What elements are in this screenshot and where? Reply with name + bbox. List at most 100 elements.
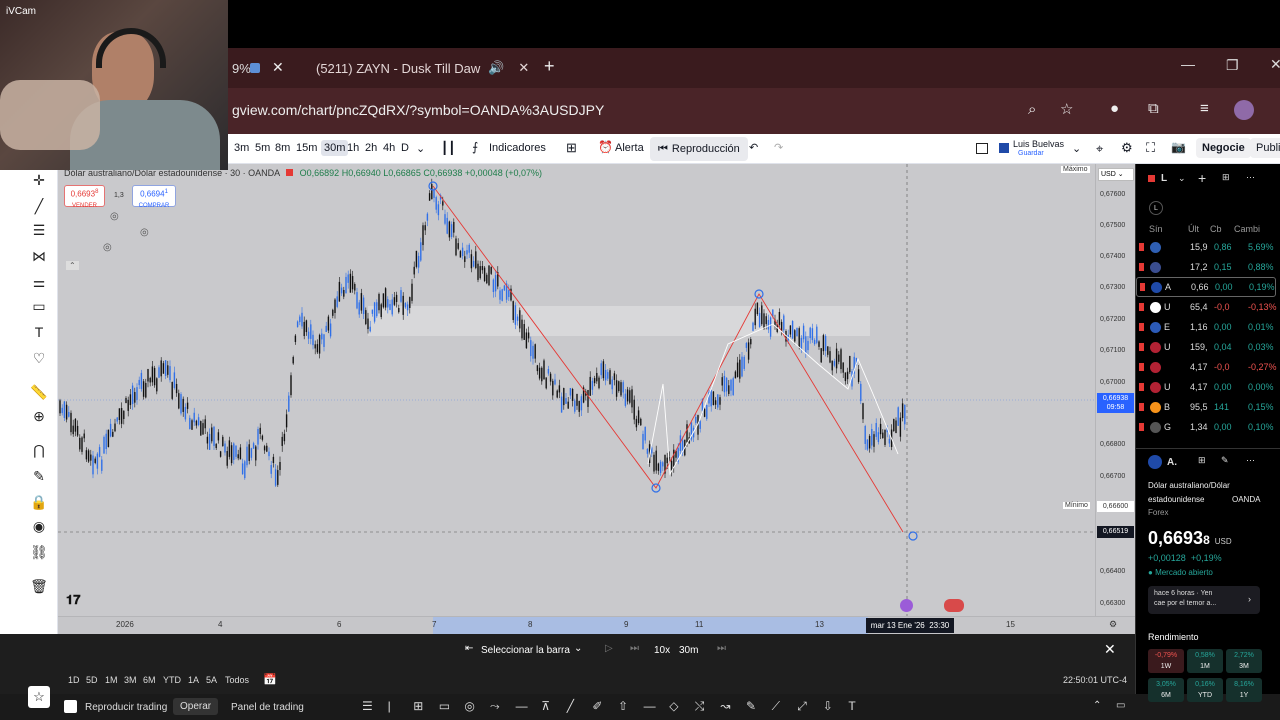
redo-icon[interactable]: ↷ bbox=[774, 141, 783, 154]
watchlist-header[interactable]: Cb bbox=[1210, 224, 1222, 234]
watchlist-row[interactable]: E 1,16 0,00 0,01% bbox=[1136, 317, 1276, 337]
circle-icon[interactable]: ◎ bbox=[464, 699, 474, 713]
interval-3m[interactable]: 3m bbox=[234, 142, 249, 154]
us-flag-icon[interactable] bbox=[944, 599, 964, 612]
price-axis[interactable]: USD ⌄ 0,67600 0,67500 0,67400 0,67300 0,6720… bbox=[1095, 164, 1135, 634]
range-YTD[interactable]: YTD bbox=[163, 675, 181, 685]
interval-4h[interactable]: 4h bbox=[383, 142, 395, 154]
ruler-icon[interactable]: ⟋ bbox=[772, 699, 780, 714]
currency-select[interactable]: USD ⌄ bbox=[1098, 168, 1134, 181]
browser-tab-active[interactable]: 9% ✕ bbox=[228, 48, 296, 88]
publish-button[interactable]: Publica bbox=[1250, 138, 1280, 158]
select-bar-button[interactable]: Seleccionar la barra bbox=[481, 645, 570, 656]
range-Todos[interactable]: Todos bbox=[225, 675, 249, 685]
trading-panel-tab[interactable]: Panel de trading bbox=[231, 702, 304, 713]
star-icon[interactable]: ☆ bbox=[28, 686, 50, 708]
eye-icon[interactable]: ◉ bbox=[30, 518, 48, 536]
trash-icon[interactable]: 🗑 bbox=[30, 578, 48, 596]
search-icon[interactable]: ⌕ bbox=[1028, 101, 1036, 118]
candle-type-icon[interactable]: ┃┃ bbox=[441, 141, 455, 155]
watchlist-row[interactable]: 17,2 0,15 0,88% bbox=[1136, 257, 1276, 277]
more-icon[interactable]: ⋯ bbox=[1246, 172, 1255, 183]
lock-icon[interactable]: 🔒 bbox=[30, 494, 48, 512]
watchlist-header[interactable]: Sín bbox=[1149, 224, 1163, 234]
operate-button[interactable]: Operar bbox=[173, 698, 219, 715]
interval-button[interactable]: 30m bbox=[679, 645, 698, 656]
draw-icon[interactable]: ✎ bbox=[746, 699, 756, 713]
arrow-up-icon[interactable]: ⇧ bbox=[618, 699, 628, 713]
eye-icon[interactable]: ◎ bbox=[103, 242, 112, 253]
range-5A[interactable]: 5A bbox=[206, 675, 217, 685]
chevron-right-icon[interactable]: › bbox=[1248, 594, 1251, 604]
fullscreen-icon[interactable]: ⛶ bbox=[1146, 140, 1155, 156]
line-icon[interactable]: — bbox=[516, 699, 528, 713]
range-1D[interactable]: 1D bbox=[68, 675, 80, 685]
pencil-icon[interactable]: ✐ bbox=[592, 699, 602, 713]
collapse-legend-icon[interactable]: ⌃ bbox=[66, 261, 79, 270]
list-icon[interactable]: ☰ bbox=[362, 699, 373, 713]
performance-cell[interactable]: 3,05% 6M bbox=[1148, 678, 1184, 702]
watchlist-row[interactable]: 15,9 0,86 5,69% bbox=[1136, 237, 1276, 257]
maximize-icon[interactable]: ▭ bbox=[1116, 700, 1125, 711]
indicators-button[interactable]: Indicadores bbox=[489, 142, 546, 154]
pencil-icon[interactable]: ⤢ bbox=[797, 699, 807, 714]
audio-icon[interactable]: 🔊 bbox=[488, 60, 504, 76]
watchlist-row[interactable]: B 95,5 141 0,15% bbox=[1136, 397, 1276, 417]
minimize-icon[interactable]: — bbox=[1181, 56, 1195, 72]
grid-icon[interactable]: ⊞ bbox=[1198, 455, 1206, 466]
replay-trading-tab[interactable]: Reproducir trading bbox=[85, 702, 167, 713]
details-title[interactable]: A. bbox=[1167, 457, 1177, 468]
close-tab-icon[interactable]: ✕ bbox=[518, 60, 529, 76]
range-1M[interactable]: 1M bbox=[105, 675, 118, 685]
arrow-down-icon[interactable]: ⇩ bbox=[823, 699, 833, 713]
table-view-icon[interactable]: ⊞ bbox=[1222, 172, 1230, 183]
time-axis[interactable]: 2026 4 6 7 8 9 11 13 15 mar 13 Ene '26 23:30 ⚙ bbox=[58, 616, 1135, 634]
interval-15m[interactable]: 15m bbox=[296, 142, 317, 154]
close-window-icon[interactable]: ✕ bbox=[1270, 56, 1280, 73]
zoom-icon[interactable]: ⊕ bbox=[30, 408, 48, 426]
settings-icon[interactable]: ⚙ bbox=[1121, 140, 1133, 156]
play-icon[interactable]: ▷ bbox=[605, 643, 613, 654]
watchlist-row[interactable]: U 159, 0,04 0,03% bbox=[1136, 337, 1276, 357]
path-icon[interactable]: ⤭ bbox=[695, 699, 705, 714]
restore-icon[interactable]: ❐ bbox=[1226, 57, 1239, 74]
interval-D[interactable]: D bbox=[401, 142, 409, 154]
performance-cell[interactable]: 2,72% 3M bbox=[1226, 649, 1262, 673]
layout-grid-icon[interactable]: ⊞ bbox=[566, 140, 577, 156]
interval-1h[interactable]: 1h bbox=[347, 142, 359, 154]
trade-button[interactable]: Negocie bbox=[1196, 138, 1251, 158]
watchlist-row[interactable]: U 4,17 0,00 0,00% bbox=[1136, 377, 1276, 397]
address-bar[interactable]: gview.com/chart/pncZQdRX/?symbol=OANDA%3… bbox=[232, 102, 604, 118]
brush-icon[interactable]: ╱ bbox=[567, 699, 574, 713]
text-icon[interactable]: T bbox=[30, 324, 48, 342]
speed-button[interactable]: 10x bbox=[654, 645, 670, 656]
heart-icon[interactable]: ♡ bbox=[30, 350, 48, 368]
eye-icon[interactable]: ◎ bbox=[140, 227, 149, 238]
pattern-icon[interactable]: ⋈ bbox=[30, 248, 48, 266]
ruler-icon[interactable]: 📏 bbox=[30, 384, 48, 402]
pencil-lock-icon[interactable]: ✎ bbox=[30, 468, 48, 486]
watchlist-row[interactable]: 4,17 -0,0 -0,27% bbox=[1136, 357, 1277, 377]
section-label[interactable]: L bbox=[1149, 201, 1163, 215]
profile-avatar[interactable] bbox=[1234, 100, 1254, 120]
rectangle-icon[interactable]: ▭ bbox=[30, 298, 48, 316]
watchlist-row[interactable]: A 0,66 0,00 0,19% bbox=[1136, 277, 1276, 297]
more-icon[interactable]: ⋯ bbox=[1246, 455, 1255, 466]
alert-button[interactable]: Alerta bbox=[615, 142, 644, 154]
magnet-icon[interactable]: ⋂ bbox=[30, 442, 48, 460]
chart-pane[interactable]: Dólar australiano/Dólar estadounidense ·… bbox=[58, 164, 1095, 616]
range-5D[interactable]: 5D bbox=[86, 675, 98, 685]
range-6M[interactable]: 6M bbox=[143, 675, 156, 685]
step-forward-icon[interactable]: ⏭ bbox=[630, 643, 639, 654]
news-card[interactable]: hace 6 horas · Yen cae por el temor a... bbox=[1148, 586, 1260, 614]
close-icon[interactable]: ✕ bbox=[1104, 641, 1116, 658]
performance-cell[interactable]: 0,16% YTD bbox=[1187, 678, 1223, 702]
media-control-icon[interactable]: ≡ bbox=[1200, 100, 1209, 117]
interval-dropdown-icon[interactable]: ⌄ bbox=[416, 142, 425, 155]
chevron-down-icon[interactable]: ⌄ bbox=[1178, 173, 1186, 184]
extension-icon[interactable]: ● bbox=[1110, 100, 1119, 117]
interval-5m[interactable]: 5m bbox=[255, 142, 270, 154]
watchlist-row[interactable]: G 1,34 0,00 0,10% bbox=[1136, 417, 1276, 437]
replay-button[interactable]: ⏮ Reproducción bbox=[650, 137, 748, 161]
save-label[interactable]: Guardar bbox=[1018, 150, 1044, 157]
